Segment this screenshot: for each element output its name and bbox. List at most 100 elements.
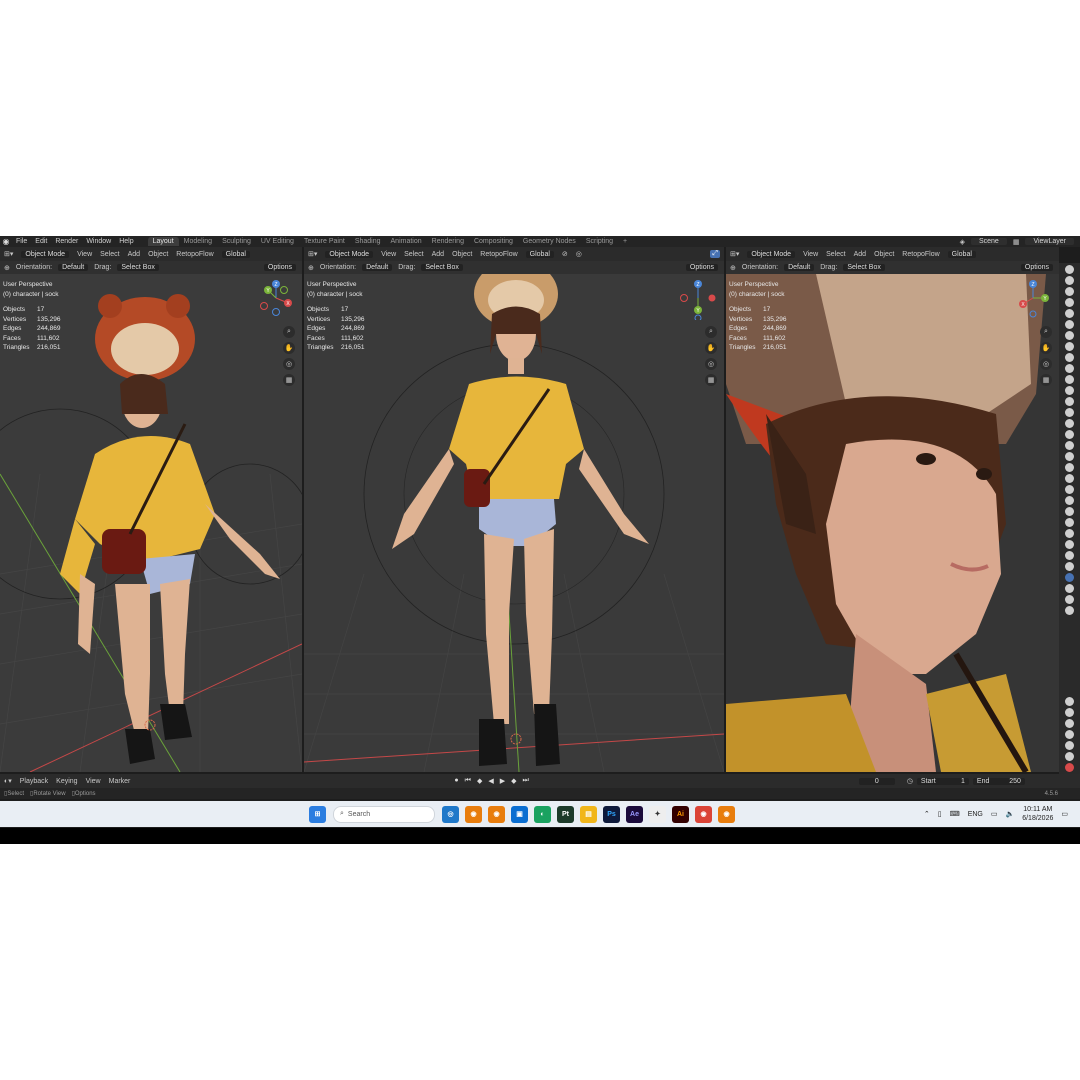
menu-select[interactable]: Select bbox=[100, 251, 119, 258]
taskbar-search[interactable]: ⌕ Search bbox=[333, 805, 435, 823]
camera-icon[interactable] bbox=[1065, 265, 1074, 274]
gizmo-toggle-icon[interactable]: ⤢ bbox=[710, 250, 720, 258]
menu-select[interactable]: Select bbox=[826, 251, 845, 258]
object-properties-icon[interactable] bbox=[1065, 763, 1074, 772]
volume-icon[interactable]: 🔈 bbox=[1006, 810, 1015, 818]
camera-icon[interactable] bbox=[1065, 364, 1074, 373]
drag-dropdown[interactable]: Select Box bbox=[421, 264, 463, 271]
tab-layout[interactable]: Layout bbox=[147, 237, 179, 246]
notifications-icon[interactable]: ▭ bbox=[1061, 810, 1068, 818]
viewport-left[interactable]: ⊞▾ Object Mode View Select Add Object Re… bbox=[0, 247, 302, 772]
camera-icon[interactable] bbox=[1065, 298, 1074, 307]
camera-icon[interactable] bbox=[1065, 419, 1074, 428]
mode-dropdown[interactable]: Object Mode bbox=[325, 250, 374, 258]
camera-view-icon[interactable]: ◎ bbox=[283, 358, 295, 370]
menu-add[interactable]: Add bbox=[128, 251, 140, 258]
perspective-grid-icon[interactable]: ▦ bbox=[283, 374, 295, 386]
navigation-gizmo[interactable]: Z X Y bbox=[254, 276, 298, 320]
camera-icon[interactable] bbox=[1065, 595, 1074, 604]
menu-view[interactable]: View bbox=[381, 251, 396, 258]
transform-orientation-dropdown[interactable]: Global bbox=[947, 250, 976, 258]
camera-icon[interactable] bbox=[1065, 375, 1074, 384]
tab-geometry-nodes[interactable]: Geometry Nodes bbox=[518, 237, 581, 246]
pan-hand-icon[interactable]: ✋ bbox=[283, 342, 295, 354]
timeline-editor-icon[interactable]: ◐▾ bbox=[4, 777, 12, 785]
orientation-dropdown[interactable]: Default bbox=[362, 264, 393, 271]
camera-icon[interactable] bbox=[1065, 507, 1074, 516]
playback-menu[interactable]: Playback bbox=[20, 778, 48, 785]
blender-app-icon[interactable]: ◉ bbox=[488, 805, 505, 823]
start-frame-field[interactable]: 1 bbox=[961, 778, 965, 785]
camera-icon[interactable] bbox=[1065, 452, 1074, 461]
painter-app-icon[interactable]: Pt bbox=[557, 805, 574, 823]
zoom-icon[interactable]: ⌕ bbox=[705, 326, 717, 338]
viewlayer-selector[interactable]: ViewLayer bbox=[1025, 238, 1074, 245]
camera-icon[interactable] bbox=[1065, 287, 1074, 296]
app-icon-browser[interactable]: ◎ bbox=[442, 805, 459, 823]
perspective-grid-icon[interactable]: ▦ bbox=[705, 374, 717, 386]
tab-texture-paint[interactable]: Texture Paint bbox=[299, 237, 350, 246]
transform-orientation-dropdown[interactable]: Global bbox=[221, 250, 250, 258]
tool-properties-icon[interactable] bbox=[1065, 697, 1074, 706]
menu-object[interactable]: Object bbox=[874, 251, 894, 258]
menu-render[interactable]: Render bbox=[55, 238, 78, 245]
retopoflow-menu[interactable]: RetopoFlow bbox=[480, 251, 517, 258]
editor-type-icon[interactable]: ⊞▾ bbox=[4, 250, 13, 258]
world-properties-icon[interactable] bbox=[1065, 752, 1074, 761]
menu-window[interactable]: Window bbox=[86, 238, 111, 245]
end-frame-field[interactable]: 250 bbox=[1009, 778, 1021, 785]
camera-icon[interactable] bbox=[1065, 309, 1074, 318]
mode-dropdown[interactable]: Object Mode bbox=[747, 250, 796, 258]
snap-icon[interactable]: ⊘ bbox=[562, 250, 568, 258]
tab-rendering[interactable]: Rendering bbox=[427, 237, 469, 246]
tab-uv-editing[interactable]: UV Editing bbox=[256, 237, 299, 246]
camera-icon[interactable] bbox=[1065, 529, 1074, 538]
blender-app-icon[interactable]: ◉ bbox=[465, 805, 482, 823]
menu-object[interactable]: Object bbox=[452, 251, 472, 258]
zoom-icon[interactable]: ⌕ bbox=[1040, 326, 1052, 338]
marker-menu[interactable]: Marker bbox=[109, 778, 131, 785]
chrome-app-icon[interactable]: ◉ bbox=[695, 805, 712, 823]
perspective-grid-icon[interactable]: ▦ bbox=[1040, 374, 1052, 386]
photoshop-app-icon[interactable]: Ps bbox=[603, 805, 620, 823]
camera-icon[interactable] bbox=[1065, 386, 1074, 395]
viewport-canvas[interactable]: User Perspective (0) character | sock Ob… bbox=[304, 274, 724, 772]
camera-icon[interactable] bbox=[1065, 551, 1074, 560]
view-layer-icon[interactable] bbox=[1065, 730, 1074, 739]
camera-icon[interactable] bbox=[1065, 584, 1074, 593]
editor-type-icon[interactable]: ⊞▾ bbox=[308, 250, 317, 258]
camera-icon[interactable] bbox=[1065, 441, 1074, 450]
camera-icon[interactable] bbox=[1065, 496, 1074, 505]
illustrator-app-icon[interactable]: Ai bbox=[672, 805, 689, 823]
camera-icon[interactable] bbox=[1065, 474, 1074, 483]
auto-key-icon[interactable]: ● bbox=[454, 777, 458, 785]
orientation-dropdown[interactable]: Default bbox=[58, 264, 89, 271]
camera-icon[interactable] bbox=[1065, 320, 1074, 329]
store-app-icon[interactable]: ▣ bbox=[511, 805, 528, 823]
network-icon[interactable]: ▭ bbox=[991, 810, 998, 818]
menu-add[interactable]: Add bbox=[854, 251, 866, 258]
prev-keyframe-icon[interactable]: ◆ bbox=[477, 777, 482, 785]
play-icon[interactable]: ▶ bbox=[500, 777, 505, 785]
options-dropdown[interactable]: Options bbox=[263, 264, 296, 271]
menu-edit[interactable]: Edit bbox=[35, 238, 47, 245]
tab-animation[interactable]: Animation bbox=[386, 237, 427, 246]
tab-shading[interactable]: Shading bbox=[350, 237, 386, 246]
menu-object[interactable]: Object bbox=[148, 251, 168, 258]
menu-view[interactable]: View bbox=[803, 251, 818, 258]
scene-selector[interactable]: Scene bbox=[970, 238, 1007, 245]
transform-orientation-dropdown[interactable]: Global bbox=[525, 250, 554, 258]
menu-add[interactable]: Add bbox=[432, 251, 444, 258]
taskbar-time[interactable]: 10:11 AM bbox=[1023, 805, 1052, 814]
tab-sculpting[interactable]: Sculpting bbox=[217, 237, 256, 246]
camera-icon[interactable] bbox=[1065, 430, 1074, 439]
taskbar-date[interactable]: 6/18/2026 bbox=[1022, 814, 1053, 823]
keying-menu[interactable]: Keying bbox=[56, 778, 77, 785]
camera-view-icon[interactable]: ◎ bbox=[1040, 358, 1052, 370]
tool-icon[interactable]: ⊕ bbox=[4, 264, 10, 272]
orientation-dropdown[interactable]: Default bbox=[784, 264, 815, 271]
camera-icon[interactable] bbox=[1065, 518, 1074, 527]
camera-icon[interactable] bbox=[1065, 276, 1074, 285]
camera-icon[interactable] bbox=[1065, 606, 1074, 615]
after-effects-app-icon[interactable]: Ae bbox=[626, 805, 643, 823]
